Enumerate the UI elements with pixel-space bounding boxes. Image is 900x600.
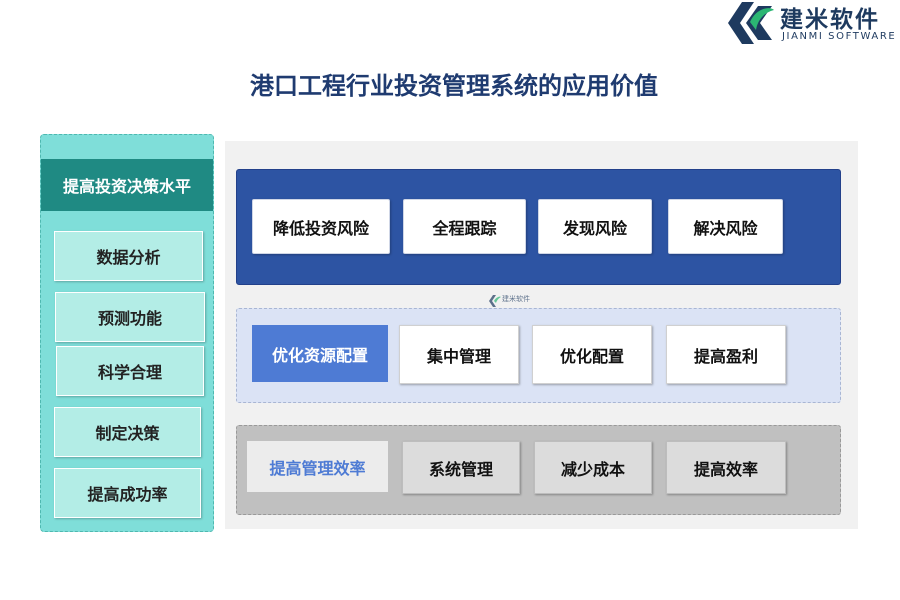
left-panel-heading: 提高投资决策水平: [41, 159, 213, 211]
left-item: 预测功能: [55, 292, 205, 342]
row2-label: 优化资源配置: [252, 325, 388, 382]
watermark-logo: 建米软件: [489, 294, 549, 308]
jianmi-logo-icon: [489, 295, 501, 307]
row3-item: 减少成本: [534, 441, 652, 494]
left-item: 制定决策: [54, 407, 201, 457]
row2-item: 集中管理: [399, 325, 519, 384]
page-title: 港口工程行业投资管理系统的应用价值: [250, 72, 658, 100]
left-panel: 提高投资决策水平 数据分析 预测功能 科学合理 制定决策 提高成功率: [40, 134, 214, 532]
row2-item: 优化配置: [532, 325, 652, 384]
watermark-text: 建米软件: [502, 295, 530, 303]
left-item: 科学合理: [56, 346, 204, 396]
row2-item: 提高盈利: [666, 325, 786, 384]
row1-item: 全程跟踪: [403, 199, 526, 254]
row1-item: 发现风险: [538, 199, 652, 254]
row3-item: 系统管理: [402, 441, 520, 494]
left-item: 数据分析: [54, 231, 203, 281]
brand-logo: 建米软件 JIANMI SOFTWARE: [726, 0, 900, 46]
left-item: 提高成功率: [54, 468, 201, 518]
row3-label: 提高管理效率: [247, 441, 388, 492]
row1-item: 解决风险: [668, 199, 783, 254]
brand-name-en: JIANMI SOFTWARE: [782, 31, 897, 42]
row1-item: 降低投资风险: [252, 199, 390, 254]
brand-name-cn: 建米软件: [780, 7, 880, 33]
jianmi-logo-icon: [728, 2, 774, 44]
row3-item: 提高效率: [666, 441, 786, 494]
